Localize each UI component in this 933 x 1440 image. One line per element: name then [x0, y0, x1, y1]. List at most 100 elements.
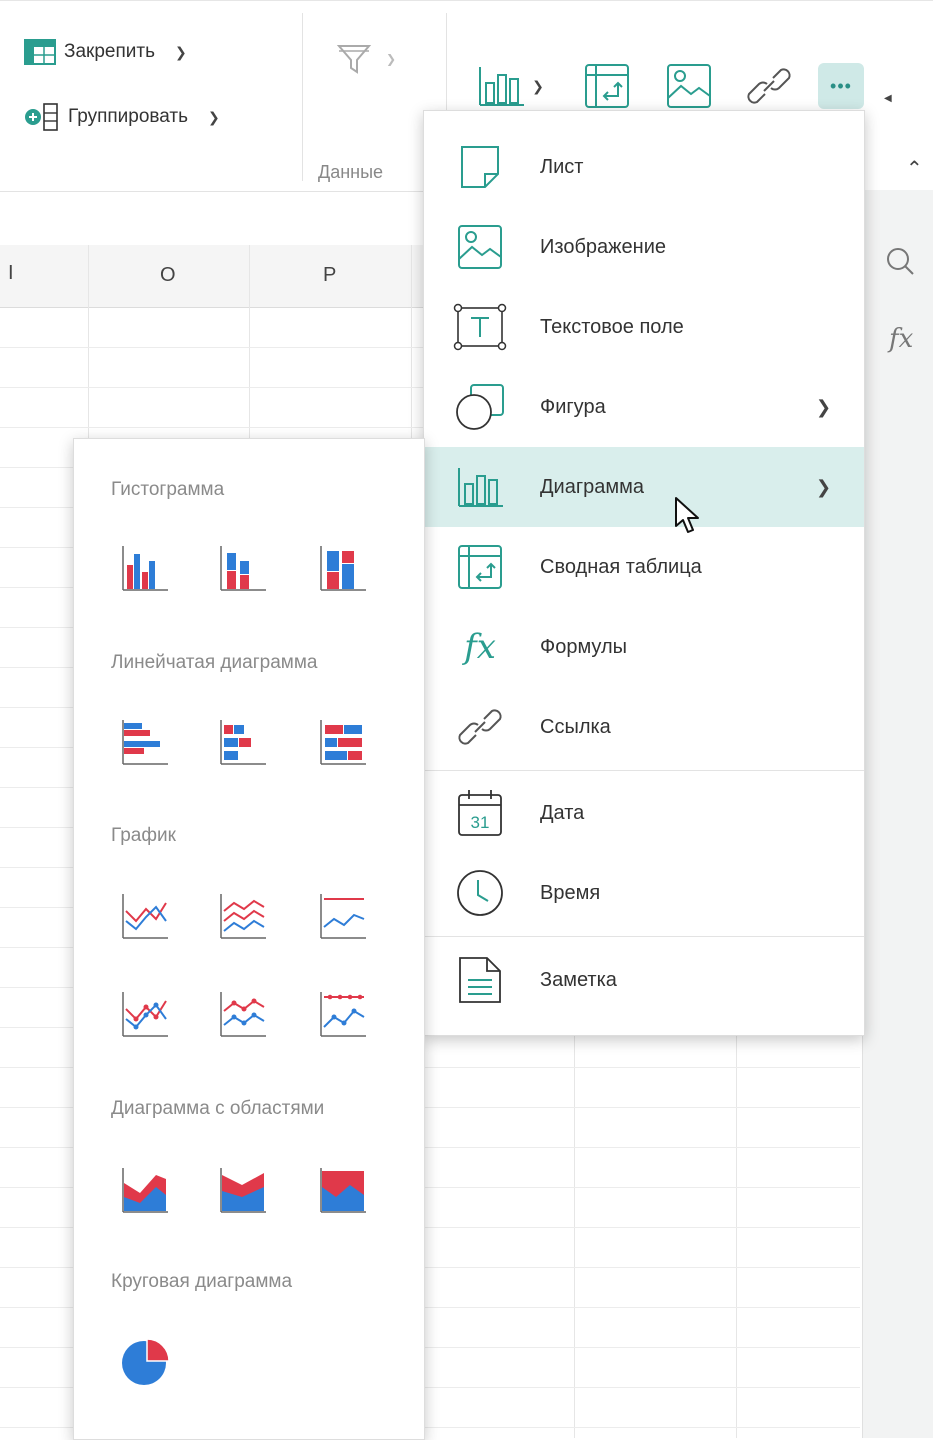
chart-type-100-stacked-line[interactable]	[318, 891, 368, 941]
stacked-bar-chart-icon	[220, 720, 266, 765]
100-stacked-bar-chart-icon	[320, 720, 366, 765]
filter-button[interactable]: ❯	[326, 39, 406, 79]
clustered-column-chart-icon	[122, 546, 168, 591]
link-icon	[458, 709, 502, 745]
calendar-day-text: 31	[471, 813, 490, 832]
insert-menu: Лист Изображение Текстовое поле Фигура ❯…	[423, 110, 865, 1036]
chart-type-stacked-area[interactable]	[218, 1165, 268, 1215]
chart-type-clustered-bar[interactable]	[120, 717, 170, 767]
chart-type-stacked-line[interactable]	[218, 891, 268, 941]
chevron-down-icon: ❯	[385, 52, 397, 66]
menu-item-note[interactable]: Заметка	[424, 940, 864, 1020]
chart-type-stacked-bar[interactable]	[218, 717, 268, 767]
menu-item-label: Лист	[540, 155, 584, 178]
image-icon	[667, 64, 711, 108]
menu-item-time[interactable]: Время	[424, 853, 864, 933]
function-icon: fx	[464, 627, 496, 667]
pie-chart-icon	[122, 1338, 170, 1385]
menu-item-label: Ссылка	[540, 715, 611, 738]
menu-item-link[interactable]: Ссылка	[424, 687, 864, 767]
function-icon[interactable]: fx	[889, 324, 913, 354]
image-icon	[458, 225, 502, 269]
100-stacked-line-markers-chart-icon	[320, 992, 366, 1037]
menu-item-label: Изображение	[540, 235, 666, 258]
menu-item-sheet[interactable]: Лист	[424, 127, 864, 207]
chart-type-line-markers[interactable]	[120, 989, 170, 1039]
stacked-line-markers-chart-icon	[220, 992, 266, 1037]
area-chart-icon	[122, 1168, 168, 1213]
sheet-icon	[461, 146, 499, 188]
line-markers-chart-icon	[122, 992, 168, 1037]
chart-type-submenu: Гистограмма Линейчатая диаграмма График …	[73, 438, 425, 1440]
100-stacked-line-chart-icon	[320, 894, 366, 939]
chart-type-100-stacked-bar[interactable]	[318, 717, 368, 767]
chevron-right-icon: ❯	[816, 476, 832, 497]
freeze-button[interactable]: Закрепить ❯	[24, 39, 187, 65]
column-header-o[interactable]: O	[160, 264, 176, 287]
100-stacked-area-chart-icon	[320, 1168, 366, 1213]
chart-type-stacked-line-markers[interactable]	[218, 989, 268, 1039]
menu-item-text-box[interactable]: Текстовое поле	[424, 287, 864, 367]
data-group-label: Данные	[318, 162, 384, 182]
menu-item-label: Время	[540, 881, 601, 904]
chevron-down-icon[interactable]: ❯	[208, 109, 220, 126]
section-title-area: Диаграмма с областями	[111, 1098, 325, 1119]
chevron-down-icon[interactable]: ❯	[175, 44, 187, 61]
link-icon	[747, 68, 791, 104]
chevron-down-icon: ❯	[532, 77, 544, 94]
chart-type-pie[interactable]	[120, 1337, 170, 1387]
pivot-table-icon	[585, 64, 629, 108]
menu-item-label: Фигура	[540, 395, 606, 418]
more-button[interactable]: •••	[818, 63, 864, 109]
section-title-column: Гистограмма	[111, 479, 225, 500]
text-box-icon	[453, 303, 507, 351]
100-stacked-column-chart-icon	[320, 546, 366, 591]
chart-type-100-stacked-line-markers[interactable]	[318, 989, 368, 1039]
insert-image-button[interactable]	[662, 61, 716, 111]
clock-icon	[457, 870, 503, 916]
chart-type-clustered-column[interactable]	[120, 543, 170, 593]
stacked-line-chart-icon	[220, 894, 266, 939]
menu-item-shape[interactable]: Фигура ❯	[424, 367, 864, 447]
freeze-label: Закрепить	[64, 41, 155, 62]
menu-item-pivot-table[interactable]: Сводная таблица	[424, 527, 864, 607]
scroll-left-icon[interactable]: ◀	[884, 93, 892, 104]
menu-item-label: Формулы	[540, 635, 628, 658]
group-rows-icon	[25, 103, 58, 131]
insert-pivot-table-button[interactable]	[580, 61, 634, 111]
column-header-i[interactable]: I	[8, 262, 14, 285]
menu-item-date[interactable]: 31 Дата	[424, 773, 864, 853]
line-chart-icon	[122, 894, 168, 939]
clustered-bar-chart-icon	[122, 720, 168, 765]
chart-type-line[interactable]	[120, 891, 170, 941]
column-header-p[interactable]: P	[323, 264, 336, 287]
menu-item-label: Текстовое поле	[540, 315, 684, 338]
calendar-icon: 31	[458, 790, 502, 836]
search-icon[interactable]	[885, 246, 915, 276]
section-title-line: График	[111, 825, 176, 846]
mouse-cursor-icon	[675, 497, 699, 533]
chart-type-area[interactable]	[120, 1165, 170, 1215]
chevron-right-icon: ❯	[816, 396, 832, 417]
menu-item-chart[interactable]: Диаграмма ❯	[424, 447, 864, 527]
chart-type-100-stacked-column[interactable]	[318, 543, 368, 593]
note-icon	[459, 957, 501, 1003]
more-dots-icon: •••	[830, 75, 852, 96]
filter-icon	[336, 45, 372, 74]
group-button[interactable]: Группировать ❯	[24, 102, 220, 132]
menu-divider	[424, 770, 864, 771]
menu-item-label: Заметка	[540, 968, 617, 991]
chart-icon	[458, 468, 503, 507]
collapse-ribbon-icon[interactable]: ⌃	[906, 156, 923, 181]
group-label: Группировать	[68, 106, 189, 127]
chart-type-100-stacked-area[interactable]	[318, 1165, 368, 1215]
menu-item-image[interactable]: Изображение	[424, 207, 864, 287]
stacked-column-chart-icon	[220, 546, 266, 591]
pivot-table-icon	[458, 545, 502, 589]
insert-chart-button[interactable]: ❯	[466, 61, 554, 111]
right-side-panel: fx	[862, 190, 933, 1438]
menu-item-formulas[interactable]: fx Формулы	[424, 607, 864, 687]
chart-type-stacked-column[interactable]	[218, 543, 268, 593]
insert-link-button[interactable]	[742, 61, 796, 111]
section-title-bar: Линейчатая диаграмма	[111, 652, 318, 673]
